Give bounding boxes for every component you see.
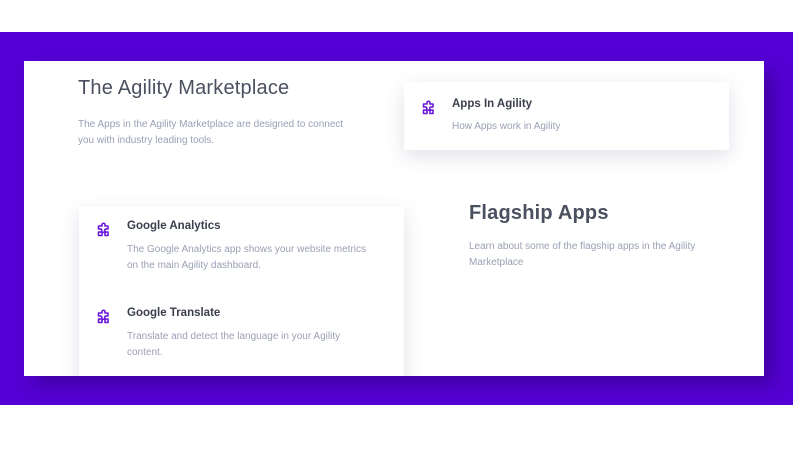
apps-list-card: Google Analytics The Google Analytics ap… [79, 207, 404, 376]
app-item-google-analytics[interactable]: Google Analytics The Google Analytics ap… [79, 207, 404, 292]
app-description: The Google Analytics app shows your webs… [127, 244, 366, 271]
marketplace-title: The Agility Marketplace [78, 77, 290, 99]
app-description: Translate and detect the language in you… [127, 331, 341, 358]
featured-app-name[interactable]: Apps In Agility [452, 98, 532, 110]
content-panel: The Agility Marketplace The Apps in the … [24, 61, 764, 376]
app-item-google-translate[interactable]: Google Translate Translate and detect th… [79, 295, 404, 376]
featured-app-card[interactable]: Apps In Agility How Apps work in Agility [404, 82, 729, 150]
puzzle-icon [96, 222, 112, 238]
flagship-description: Learn about some of the flagship apps in… [469, 241, 696, 268]
app-name[interactable]: Google Translate [127, 307, 220, 319]
marketplace-description: The Apps in the Agility Marketplace are … [78, 119, 344, 146]
puzzle-icon [421, 100, 437, 116]
featured-app-description: How Apps work in Agility [452, 121, 561, 132]
app-name[interactable]: Google Analytics [127, 220, 221, 232]
puzzle-icon [96, 309, 112, 325]
flagship-title: Flagship Apps [469, 202, 609, 224]
